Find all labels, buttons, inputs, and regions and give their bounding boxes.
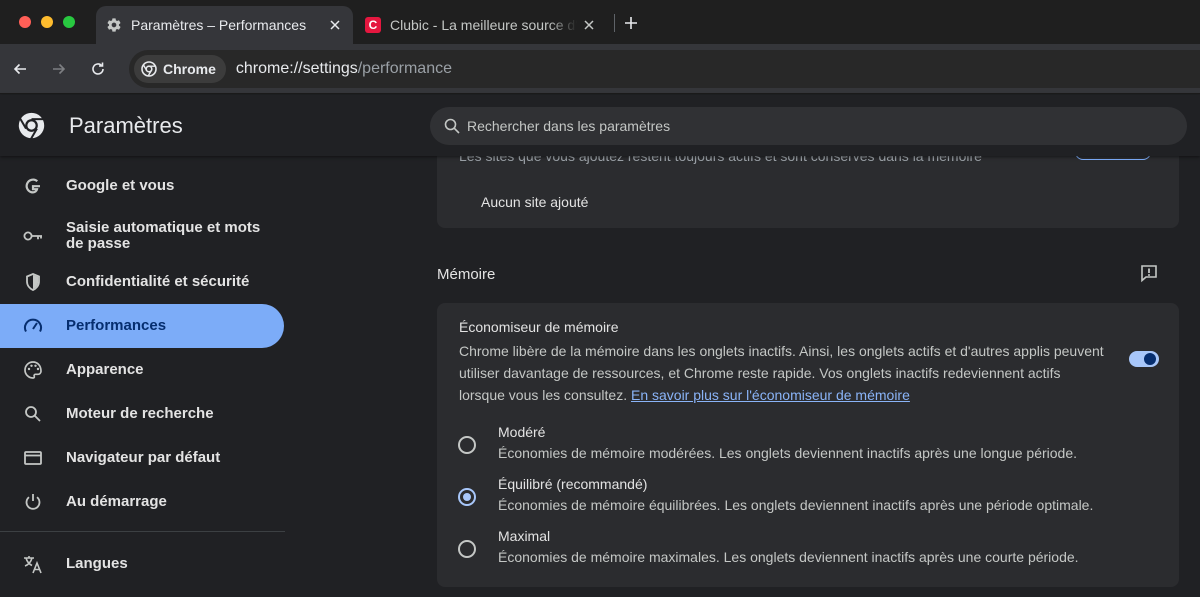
sidebar-divider [0,531,285,532]
option-balanced[interactable]: Équilibré (recommandé) Économies de mémo… [437,476,1179,524]
sidebar-item-default-browser[interactable]: Navigateur par défaut [0,438,284,478]
toggle-knob [1144,353,1156,365]
clubic-logo-icon: C [365,17,381,33]
memory-saver-card: Économiseur de mémoire Chrome libère de … [437,303,1179,587]
option-description: Économies de mémoire modérées. Les ongle… [498,445,1078,461]
sidebar-item-label: Google et vous [66,177,175,194]
option-description: Économies de mémoire maximales. Les ongl… [498,549,1079,565]
url-path: /performance [357,60,452,77]
option-label: Équilibré (recommandé) [498,476,648,492]
address-bar[interactable]: Chrome chrome://settings/performance [129,50,1200,88]
palette-icon [22,359,44,381]
memory-saver-toggle[interactable] [1129,350,1159,368]
chrome-icon [141,61,157,77]
new-tab-button[interactable] [618,10,644,36]
minimize-window-button[interactable] [41,16,53,28]
reload-icon [92,62,104,75]
forward-button[interactable] [45,55,73,83]
reload-button[interactable] [84,55,112,83]
section-title-memory: Mémoire [437,266,496,283]
close-tab-icon[interactable] [323,13,347,37]
google-g-icon [22,175,44,197]
settings-header: Paramètres [0,95,1200,156]
speedometer-icon [22,315,44,337]
site-info-chip[interactable]: Chrome [134,55,226,83]
back-button[interactable] [6,55,34,83]
option-label: Modéré [498,424,546,440]
url-text: chrome://settings/performance [236,60,452,78]
zoom-window-button[interactable] [63,16,75,28]
feedback-icon[interactable] [1137,261,1161,285]
chrome-logo-icon [18,112,45,140]
sidebar-item-label: Performances [66,317,167,334]
sidebar-item-label: Navigateur par défaut [66,449,221,466]
sidebar-item-label: Langues [66,555,128,572]
search-icon [443,117,461,135]
main-content: Les sites que vous ajoutez restent toujo… [300,156,1200,597]
sidebar-item-autofill[interactable]: Saisie automatique et mots de passe [0,214,284,258]
sidebar: Google et vous Saisie automatique et mot… [0,156,300,597]
option-label: Maximal [498,528,551,544]
plus-icon [625,17,637,29]
sidebar-item-startup[interactable]: Au démarrage [0,482,284,522]
search-icon [22,403,44,425]
browser-window-icon [22,447,44,469]
tab-clubic[interactable]: C Clubic - La meilleure source d'informa… [357,6,607,44]
shield-icon [22,271,44,293]
sidebar-item-privacy[interactable]: Confidentialité et sécurité [0,262,284,302]
tab-settings-performance[interactable]: Paramètres – Performances [96,6,353,44]
option-moderate[interactable]: Modéré Économies de mémoire modérées. Le… [437,424,1179,472]
tab-title: Clubic - La meilleure source d'informati… [390,17,577,33]
sidebar-item-google[interactable]: Google et vous [0,166,284,206]
sidebar-item-label: Confidentialité et sécurité [66,273,250,290]
sidebar-item-label: Saisie automatique et mots de passe [66,219,261,252]
translate-icon [22,553,44,575]
chip-label: Chrome [163,61,216,77]
tab-separator [614,14,615,32]
sidebar-item-performance[interactable]: Performances [0,304,284,348]
sidebar-item-label: Apparence [66,361,144,378]
arrow-left-icon [13,63,26,75]
memory-saver-title: Économiseur de mémoire [459,319,619,335]
option-maximum[interactable]: Maximal Économies de mémoire maximales. … [437,528,1179,576]
always-active-sites-card: Les sites que vous ajoutez restent toujo… [437,156,1179,228]
radio-maximum[interactable] [458,540,476,558]
empty-list-text: Aucun site ajouté [481,194,589,210]
sidebar-item-appearance[interactable]: Apparence [0,350,284,390]
gear-icon [106,17,122,33]
sidebar-item-label: Moteur de recherche [66,405,214,422]
toolbar: Chrome chrome://settings/performance [0,44,1200,94]
power-icon [22,491,44,513]
arrow-right-icon [53,63,66,75]
url-host: chrome://settings [235,60,358,77]
key-icon [22,225,44,247]
close-window-button[interactable] [19,16,31,28]
page-title: Paramètres [69,113,183,138]
radio-moderate[interactable] [458,436,476,454]
tab-title: Paramètres – Performances [131,17,307,33]
add-site-button[interactable] [1075,156,1151,160]
close-tab-icon[interactable] [577,13,601,37]
learn-more-link[interactable]: En savoir plus sur l'économiseur de mémo… [631,387,910,403]
sidebar-item-label: Au démarrage [66,493,167,510]
memory-saver-description: Chrome libère de la mémoire dans les ong… [459,340,1109,406]
search-input[interactable] [467,118,1067,134]
settings-search[interactable] [430,107,1187,145]
tab-strip: Paramètres – Performances C Clubic - La … [0,0,1200,44]
radio-balanced[interactable] [458,488,476,506]
sidebar-item-search-engine[interactable]: Moteur de recherche [0,394,284,434]
always-active-description: Les sites que vous ajoutez restent toujo… [459,156,982,164]
option-description: Économies de mémoire équilibrées. Les on… [498,497,1094,513]
sidebar-item-languages[interactable]: Langues [0,544,284,584]
